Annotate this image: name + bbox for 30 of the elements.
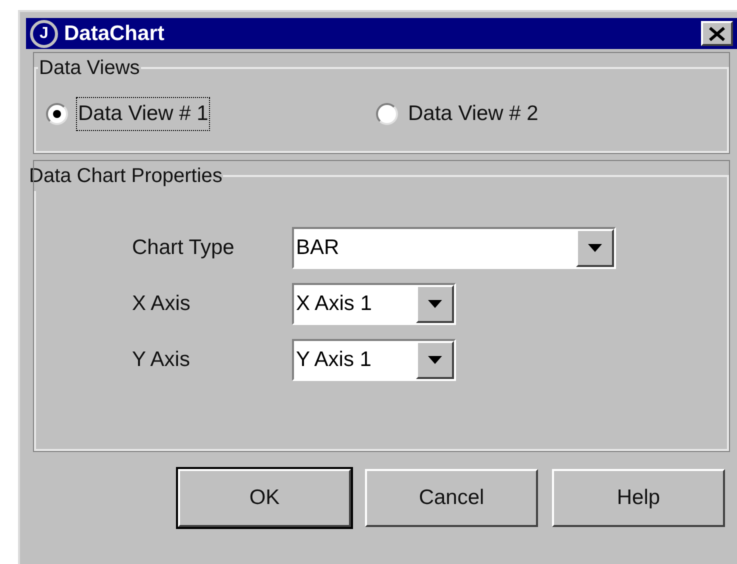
field-label: X Axis (132, 291, 192, 318)
dropdown[interactable]: X Axis 1 (292, 283, 456, 325)
window-title: DataChart (64, 20, 166, 47)
field-label: Y Axis (132, 347, 191, 374)
dialog-button[interactable]: OK (178, 469, 351, 527)
caret-icon (428, 356, 442, 364)
dropdown[interactable]: BAR (292, 227, 616, 269)
close-button[interactable] (701, 21, 733, 46)
group-title: Data Chart Properties (28, 164, 224, 189)
radio-label: Data View # 1 (76, 97, 210, 130)
radio-label: Data View # 2 (407, 101, 540, 127)
dropdown-arrow-button[interactable] (416, 285, 454, 323)
dialog-button[interactable]: Help (552, 469, 725, 527)
caret-icon (428, 300, 442, 308)
dropdown-arrow-button[interactable] (576, 229, 614, 267)
radio-option[interactable]: Data View # 1 (46, 97, 376, 130)
dropdown[interactable]: Y Axis 1 (292, 339, 456, 381)
dropdown-value: Y Axis 1 (295, 347, 372, 374)
radio-button[interactable] (376, 102, 398, 125)
dropdown-value: X Axis 1 (295, 291, 373, 318)
dropdown-value: BAR (295, 235, 340, 262)
radio-option[interactable]: Data View # 2 (376, 97, 540, 130)
group-title: Data Views (38, 56, 141, 81)
app-logo: J (30, 20, 58, 48)
dialog-button[interactable]: Cancel (365, 469, 538, 527)
dropdown-arrow-button[interactable] (416, 341, 454, 379)
caret-icon (588, 244, 602, 252)
radio-button[interactable] (46, 102, 68, 125)
field-label: Chart Type (132, 235, 236, 262)
close-icon (709, 26, 725, 40)
